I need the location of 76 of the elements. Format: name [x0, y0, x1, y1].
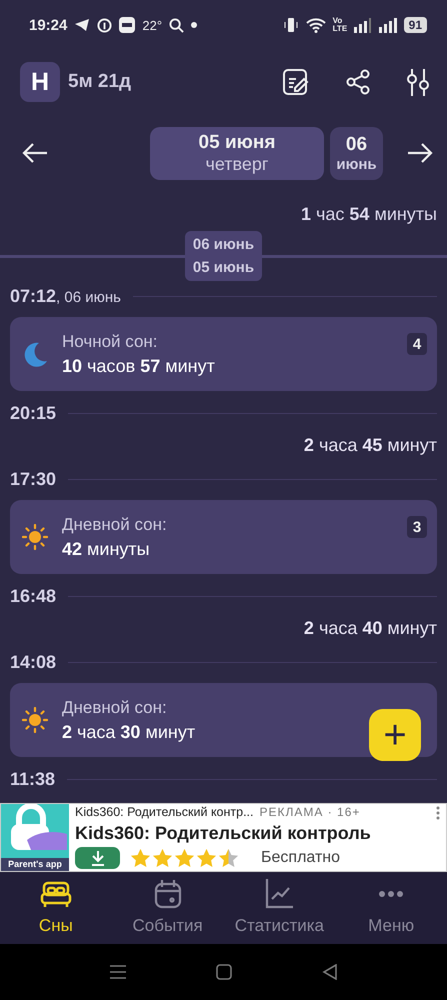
star-icon	[130, 848, 151, 868]
day-tab[interactable]: 05 июня четверг	[150, 126, 324, 180]
time-label: 11:38	[10, 768, 56, 790]
avatar-badge: Н	[20, 62, 60, 102]
nav-tab[interactable]: Меню	[335, 872, 447, 944]
date-label: 06 июнь	[192, 236, 254, 253]
edit-button[interactable]	[282, 68, 310, 96]
forward-arrow-button[interactable]	[407, 143, 433, 163]
home-icon	[216, 964, 232, 980]
ad-label: РЕКЛАМА · 16+	[260, 805, 360, 821]
search-icon	[169, 18, 184, 32]
wifi-icon	[306, 18, 326, 32]
battery-level: 91	[404, 17, 427, 33]
lte-label: Vo LTE	[332, 17, 347, 33]
sleep-card[interactable]: Дневной сон: 42 минуты 3	[10, 500, 437, 574]
star-icon	[152, 848, 173, 868]
back-icon	[322, 964, 338, 980]
sleep-type: Ночной сон:	[62, 332, 158, 352]
count-badge: 4	[407, 333, 427, 355]
back-button[interactable]	[322, 964, 338, 980]
sleep-duration: 10 часов 57 минут	[62, 356, 215, 376]
signal-icon	[378, 18, 397, 32]
bed-icon	[40, 880, 72, 908]
sleep-duration: 2 часа 30 минут	[62, 722, 196, 742]
more-icon	[378, 890, 404, 898]
ad-headline: Kids360: Родительский контр...	[75, 805, 254, 821]
time-label: 17:30	[10, 468, 56, 490]
star-icon	[174, 848, 195, 868]
download-button[interactable]	[75, 847, 120, 869]
price-label: Бесплатно	[261, 849, 340, 867]
time-label: 16:48	[10, 586, 56, 606]
sleep-duration: 42 минуты	[62, 538, 150, 560]
menu-icon	[110, 964, 126, 980]
signal-icon	[354, 18, 372, 32]
star-icon	[196, 848, 217, 868]
date-label: 05 июнь	[192, 259, 254, 276]
download-icon	[90, 850, 104, 866]
home-button[interactable]	[216, 964, 232, 980]
child-age: 5м 21д	[68, 71, 132, 93]
star-icon	[218, 848, 239, 868]
time-label: 07:12, 06 июнь	[10, 286, 121, 306]
count-badge: 3	[407, 516, 427, 538]
more-icon	[436, 805, 440, 821]
recents-button[interactable]	[110, 964, 126, 980]
vibrate-icon	[282, 17, 299, 33]
temperature: 22°	[142, 18, 162, 32]
nav-tab[interactable]: События	[112, 872, 224, 944]
telegram-icon	[74, 18, 90, 32]
nav-tab[interactable]: Сны	[0, 872, 112, 944]
time-label: 14:08	[10, 652, 56, 672]
forward-arrow-icon	[407, 143, 433, 163]
calendar-icon	[154, 879, 182, 909]
back-arrow-button[interactable]	[22, 143, 48, 163]
time-label: 20:15	[10, 402, 56, 424]
dot-icon	[191, 22, 198, 28]
clock: 19:24	[29, 16, 68, 34]
day-tab[interactable]: 06 июнь	[330, 126, 383, 180]
edit-icon	[282, 68, 310, 96]
sleep-type: Дневной сон:	[62, 698, 167, 718]
share-icon	[346, 69, 370, 95]
sleep-card[interactable]: Ночной сон: 10 часов 57 минут 4	[10, 317, 437, 391]
day-total: 1 час 54 минуты	[301, 203, 438, 225]
settings-button[interactable]	[406, 68, 430, 96]
line-chart-icon	[265, 879, 294, 909]
share-button[interactable]	[346, 69, 370, 95]
pin-icon	[97, 18, 112, 32]
app-badge-icon	[119, 17, 136, 33]
add-button[interactable]: +	[369, 709, 421, 761]
nav-tab[interactable]: Статистика	[224, 872, 336, 944]
sliders-icon	[406, 68, 430, 96]
awake-duration: 2 часа 40 минут	[302, 617, 437, 640]
back-arrow-icon	[22, 143, 48, 163]
awake-duration: 2 часа 45 минут	[302, 434, 437, 457]
ad-title: Kids360: Родительский контроль	[75, 823, 372, 844]
icon-caption: Parent's app	[1, 858, 69, 871]
sleep-type: Дневной сон:	[62, 514, 167, 534]
